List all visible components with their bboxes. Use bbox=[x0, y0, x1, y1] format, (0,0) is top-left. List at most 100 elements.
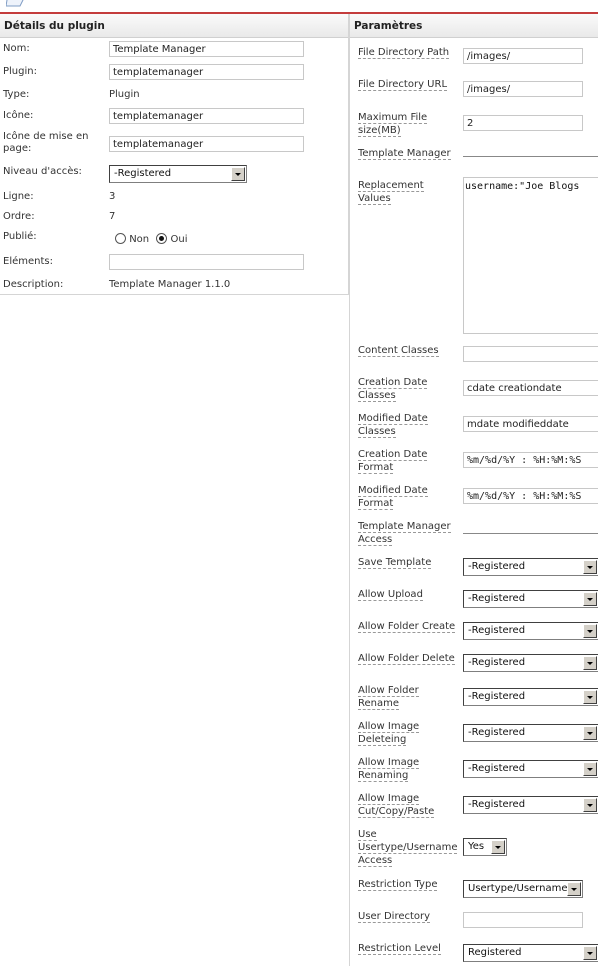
layout-icon-input[interactable]: templatemanager bbox=[109, 136, 304, 152]
access-select-value: -Registered bbox=[114, 168, 172, 179]
allow-folder-create-select[interactable]: -Registered bbox=[463, 622, 598, 640]
layout-icon-label: Icône de mise en page: bbox=[3, 131, 89, 154]
chevron-down-icon bbox=[583, 946, 597, 960]
template-manager-label: Template Manager bbox=[358, 148, 451, 160]
file-dir-url-input[interactable]: /images/ bbox=[463, 81, 583, 97]
content-classes-label: Content Classes bbox=[358, 345, 439, 357]
max-file-size-label: Maximum File size(MB) bbox=[358, 112, 428, 137]
access-label: Niveau d'accès: bbox=[3, 166, 82, 177]
save-template-select[interactable]: -Registered bbox=[463, 558, 598, 576]
allow-folder-create-label: Allow Folder Create bbox=[358, 621, 456, 633]
allow-folder-create-value: -Registered bbox=[468, 625, 526, 636]
chevron-down-icon bbox=[583, 592, 597, 606]
file-dir-url-label: File Directory URL bbox=[358, 79, 448, 91]
allow-upload-value: -Registered bbox=[468, 593, 526, 604]
icon-input[interactable]: templatemanager bbox=[109, 108, 304, 124]
type-label: Type: bbox=[3, 89, 30, 100]
published-yes-radio[interactable] bbox=[156, 233, 168, 244]
use-usertype-label: Use Usertype/Username Access bbox=[358, 829, 458, 867]
allow-image-deleting-select[interactable]: -Registered bbox=[463, 724, 598, 742]
max-file-size-input[interactable]: 2 bbox=[463, 115, 583, 131]
template-manager-separator bbox=[463, 156, 598, 157]
creation-date-classes-label: Creation Date Classes bbox=[358, 377, 428, 402]
parameters-header: Paramètres bbox=[350, 14, 598, 38]
order-value: 7 bbox=[109, 211, 116, 222]
content-classes-input[interactable] bbox=[463, 346, 598, 362]
save-template-value: -Registered bbox=[468, 561, 526, 572]
published-label: Publié: bbox=[3, 231, 37, 242]
save-template-label: Save Template bbox=[358, 557, 432, 569]
modified-date-classes-label: Modified Date Classes bbox=[358, 413, 428, 438]
restriction-level-value: Registered bbox=[468, 947, 522, 958]
published-no-label: Non bbox=[129, 234, 150, 245]
allow-upload-select[interactable]: -Registered bbox=[463, 590, 598, 608]
modified-date-format-label: Modified Date Format bbox=[358, 485, 428, 510]
chevron-down-icon bbox=[567, 882, 581, 896]
creation-date-classes-input[interactable]: cdate creationdate bbox=[463, 380, 598, 396]
allow-image-renaming-value: -Registered bbox=[468, 763, 526, 774]
plugin-details-header: Détails du plugin bbox=[0, 14, 348, 38]
allow-folder-delete-label: Allow Folder Delete bbox=[358, 653, 455, 665]
order-label: Ordre: bbox=[3, 211, 35, 222]
allow-image-ccp-label: Allow Image Cut/Copy/Paste bbox=[358, 793, 435, 818]
line-value: 3 bbox=[109, 191, 116, 202]
line-label: Ligne: bbox=[3, 191, 34, 202]
replacement-values-textarea[interactable]: username:"Joe Blogs bbox=[463, 177, 598, 334]
chevron-down-icon bbox=[583, 624, 597, 638]
type-value: Plugin bbox=[109, 89, 140, 100]
plugin-input[interactable]: templatemanager bbox=[109, 64, 304, 80]
modified-date-classes-input[interactable]: mdate modifieddate bbox=[463, 416, 598, 432]
top-strip bbox=[0, 0, 598, 14]
icon-label: Icône: bbox=[3, 110, 34, 121]
chevron-down-icon bbox=[583, 726, 597, 740]
chevron-down-icon bbox=[583, 690, 597, 704]
use-usertype-value: Yes bbox=[468, 841, 485, 852]
chevron-down-icon bbox=[583, 798, 597, 812]
chevron-down-icon bbox=[583, 762, 597, 776]
use-usertype-select[interactable]: Yes bbox=[463, 838, 507, 856]
allow-image-renaming-label: Allow Image Renaming bbox=[358, 757, 420, 782]
allow-image-ccp-value: -Registered bbox=[468, 799, 526, 810]
published-yes-label: Oui bbox=[170, 234, 188, 245]
published-radio-group: Non Oui bbox=[115, 233, 188, 246]
user-directory-label: User Directory bbox=[358, 911, 431, 923]
chevron-down-icon bbox=[583, 560, 597, 574]
creation-date-format-input[interactable]: %m/%d/%Y : %H:%M:%S bbox=[463, 452, 598, 468]
chevron-down-icon bbox=[583, 656, 597, 670]
restriction-type-value: Usertype/Username bbox=[468, 883, 568, 894]
name-input[interactable]: Template Manager bbox=[109, 41, 304, 57]
chevron-down-icon bbox=[231, 167, 245, 181]
restriction-level-label: Restriction Level bbox=[358, 943, 441, 955]
elements-label: Eléments: bbox=[3, 256, 53, 267]
published-no-radio[interactable] bbox=[115, 233, 126, 244]
plugin-details-panel: Détails du plugin Nom: Template Manager … bbox=[0, 14, 349, 295]
plugin-icon bbox=[6, 0, 24, 7]
allow-folder-rename-select[interactable]: -Registered bbox=[463, 688, 598, 706]
allow-image-deleting-value: -Registered bbox=[468, 727, 526, 738]
description-label: Description: bbox=[3, 279, 64, 290]
creation-date-format-label: Creation Date Format bbox=[358, 449, 428, 474]
elements-input[interactable] bbox=[109, 254, 304, 270]
restriction-level-select[interactable]: Registered bbox=[463, 944, 598, 962]
access-select[interactable]: -Registered bbox=[109, 165, 247, 183]
tm-access-label: Template Manager Access bbox=[358, 521, 451, 546]
tm-access-separator bbox=[463, 533, 598, 534]
allow-folder-rename-value: -Registered bbox=[468, 691, 526, 702]
allow-upload-label: Allow Upload bbox=[358, 589, 423, 601]
plugin-label: Plugin: bbox=[3, 66, 37, 77]
parameters-panel: Paramètres File Directory Path /images/ … bbox=[349, 14, 598, 966]
replacement-values-label: Replacement Values bbox=[358, 180, 424, 205]
restriction-type-select[interactable]: Usertype/Username bbox=[463, 880, 583, 898]
description-value: Template Manager 1.1.0 bbox=[109, 279, 231, 290]
modified-date-format-input[interactable]: %m/%d/%Y : %H:%M:%S bbox=[463, 488, 598, 504]
allow-image-ccp-select[interactable]: -Registered bbox=[463, 796, 598, 814]
file-dir-path-label: File Directory Path bbox=[358, 47, 450, 59]
allow-image-renaming-select[interactable]: -Registered bbox=[463, 760, 598, 778]
chevron-down-icon bbox=[491, 840, 505, 854]
allow-folder-rename-label: Allow Folder Rename bbox=[358, 685, 419, 710]
allow-folder-delete-select[interactable]: -Registered bbox=[463, 654, 598, 672]
file-dir-path-input[interactable]: /images/ bbox=[463, 48, 583, 64]
allow-image-deleting-label: Allow Image Deleteing bbox=[358, 721, 420, 746]
user-directory-input[interactable] bbox=[463, 912, 583, 928]
restriction-type-label: Restriction Type bbox=[358, 879, 438, 891]
